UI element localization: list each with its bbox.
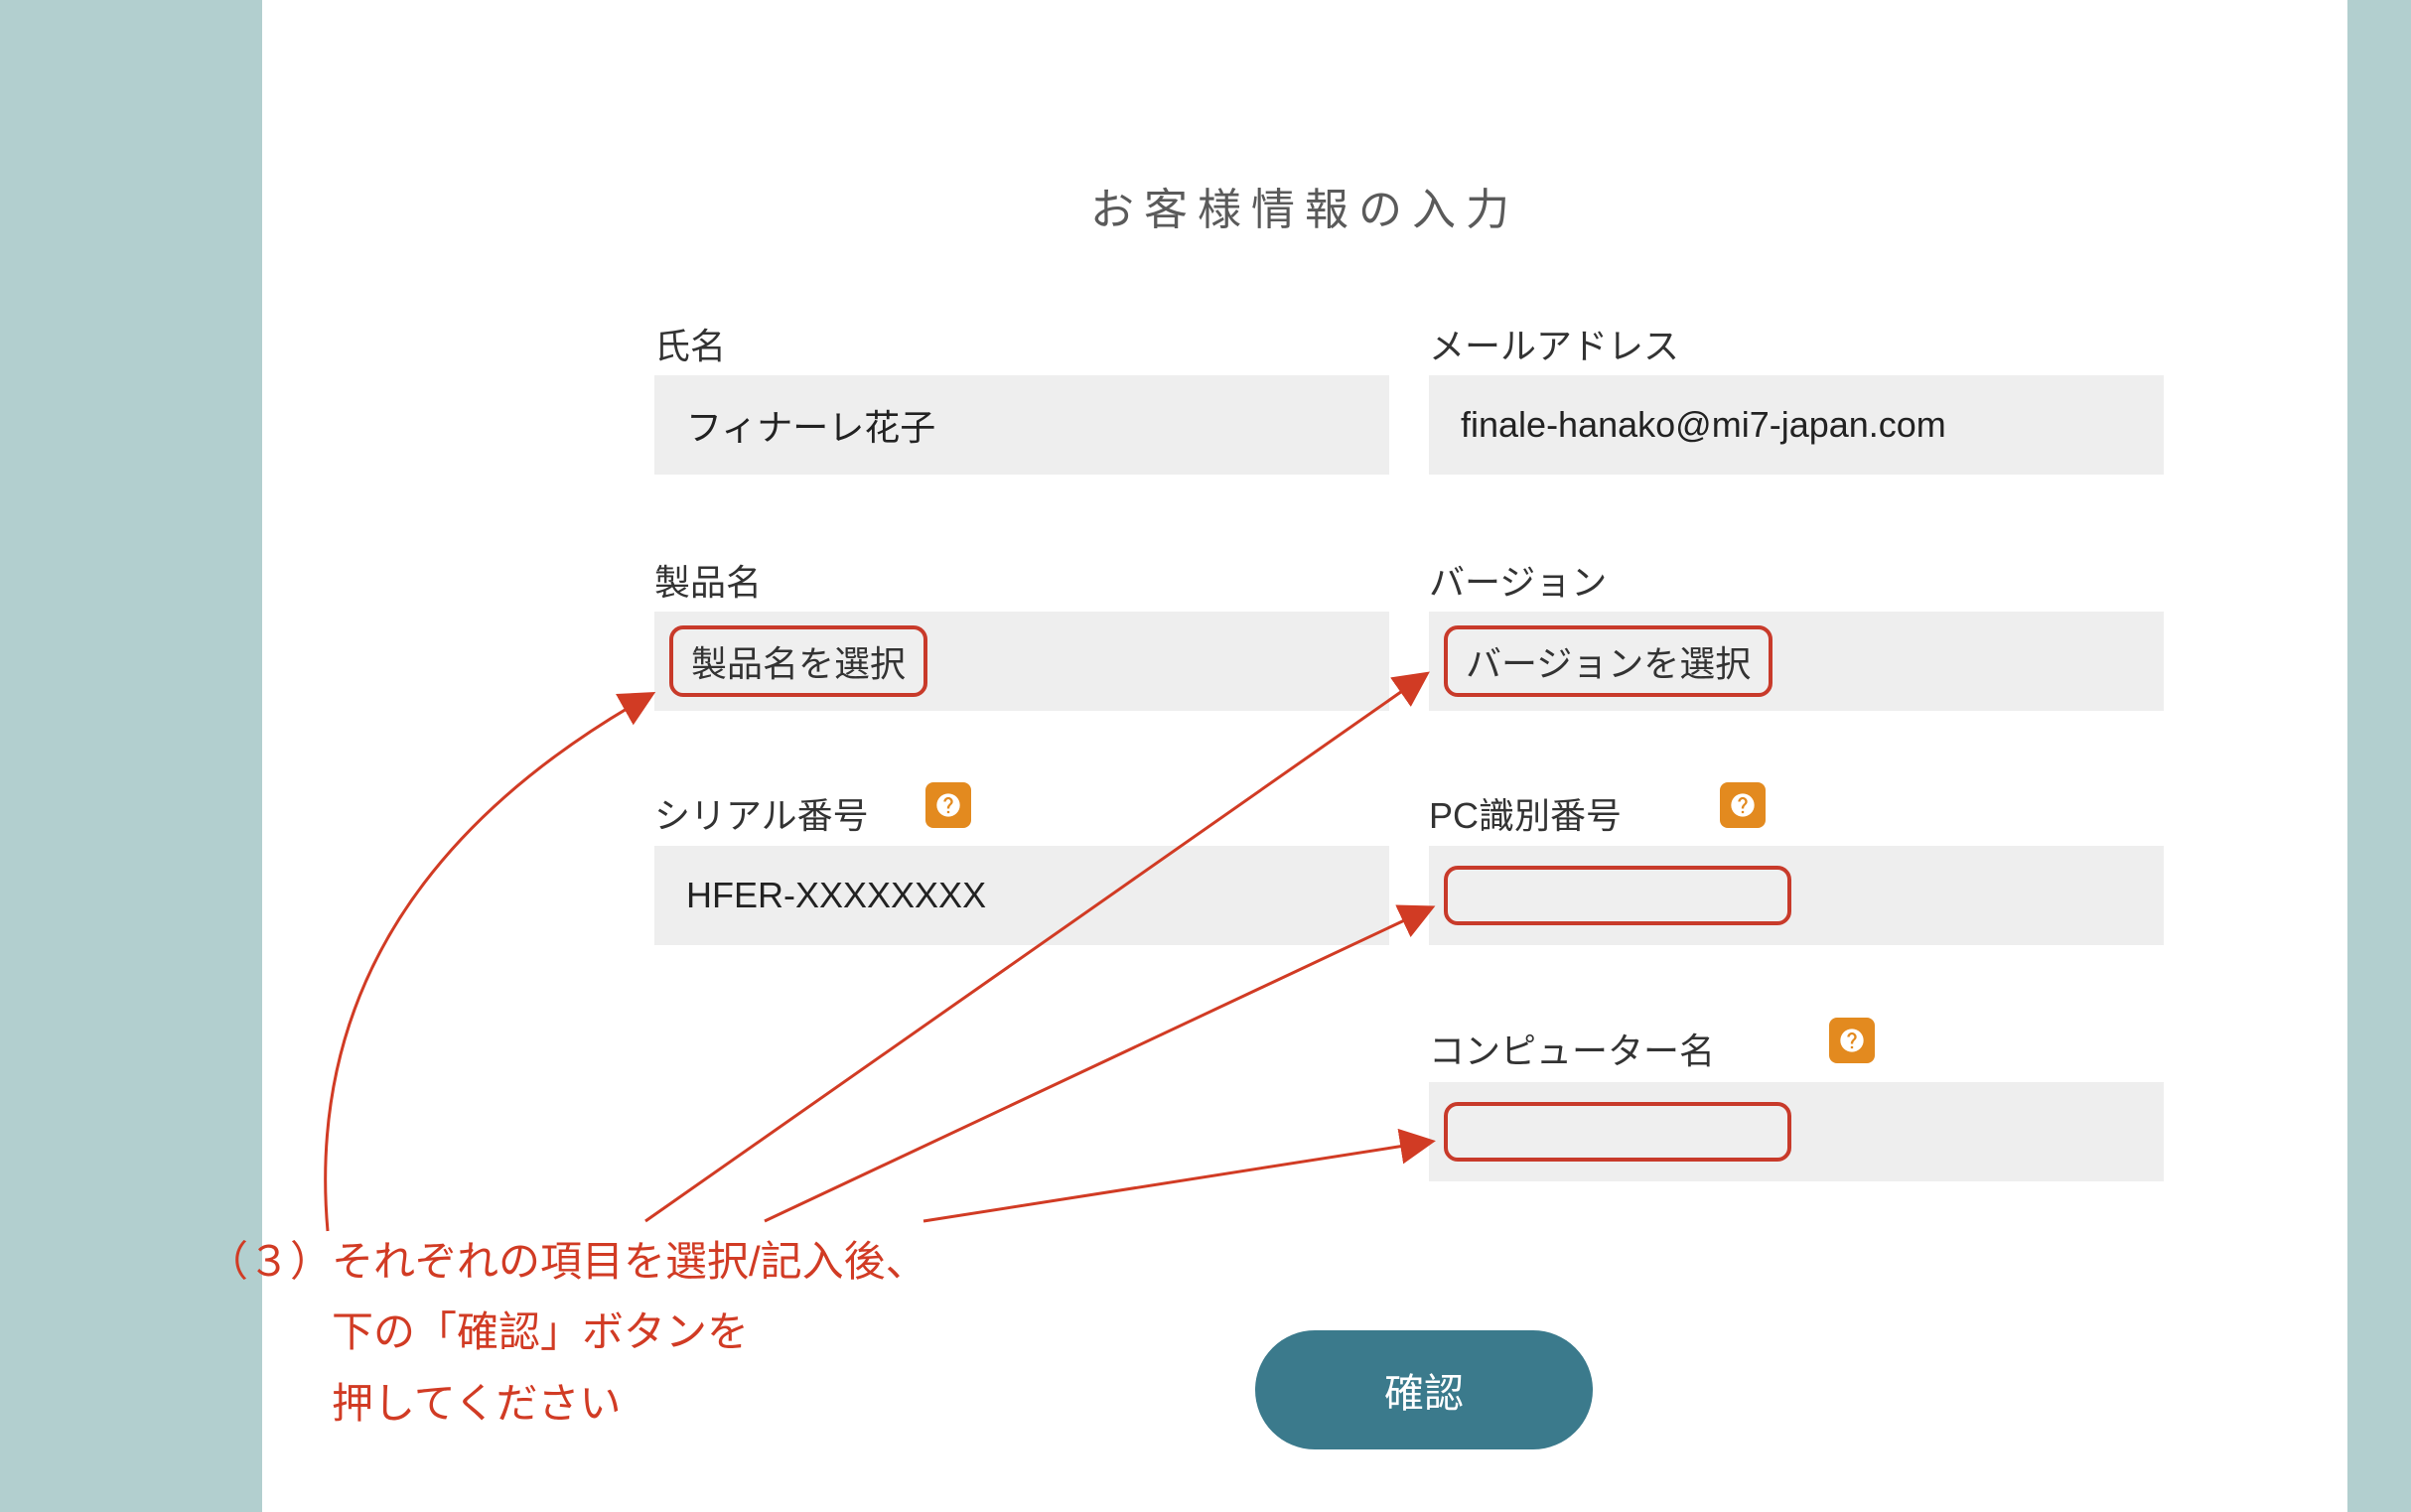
help-icon[interactable] xyxy=(925,782,971,828)
version-select[interactable]: バージョンを選択 xyxy=(1429,612,2164,711)
annotation-text: （３）それぞれの項目を選択/記入後、 下の「確認」ボタンを 押してください xyxy=(207,1226,927,1439)
help-icon[interactable] xyxy=(1720,782,1766,828)
version-label: バージョン xyxy=(1429,554,1607,606)
product-select[interactable]: 製品名を選択 xyxy=(654,612,1389,711)
name-field[interactable]: フィナーレ花子 xyxy=(654,375,1389,475)
serial-label: シリアル番号 xyxy=(654,787,869,839)
email-field[interactable]: finale-hanako@mi7-japan.com xyxy=(1429,375,2164,475)
compname-field[interactable] xyxy=(1429,1082,2164,1181)
pcid-input-outline[interactable] xyxy=(1444,866,1791,925)
email-value: finale-hanako@mi7-japan.com xyxy=(1461,404,1946,446)
help-icon[interactable] xyxy=(1829,1018,1875,1063)
version-select-chip[interactable]: バージョンを選択 xyxy=(1444,625,1773,697)
compname-label: コンピューター名 xyxy=(1429,1023,1715,1074)
serial-field[interactable]: HFER-XXXXXXXX xyxy=(654,846,1389,945)
serial-value: HFER-XXXXXXXX xyxy=(686,875,986,916)
name-value: フィナーレ花子 xyxy=(686,399,935,451)
confirm-button[interactable]: 確認 xyxy=(1255,1330,1593,1449)
product-select-chip[interactable]: 製品名を選択 xyxy=(669,625,927,697)
product-label: 製品名 xyxy=(654,554,762,606)
pcid-field[interactable] xyxy=(1429,846,2164,945)
pcid-label: PC識別番号 xyxy=(1429,787,1622,839)
compname-input-outline[interactable] xyxy=(1444,1102,1791,1162)
email-label: メールアドレス xyxy=(1429,318,1679,369)
name-label: 氏名 xyxy=(654,318,726,369)
page-title: お客様情報の入力 xyxy=(262,174,2347,237)
